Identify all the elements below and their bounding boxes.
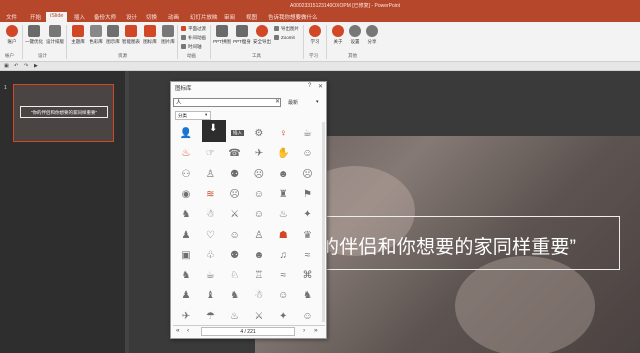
undo-icon[interactable]: ↶ bbox=[14, 63, 18, 69]
ribbon: 账户 一键优化 设计排版 主题库 色彩库 图示库 智能图表 图标库 图片库 平面… bbox=[0, 22, 640, 62]
icon-library-panel: 图标库 ? ✕ 人 ✕ 最新 ▾ 分类 ▾ 👤⬇⚙♀☕♨☞☎✈✋☺⚇♙⚉☹☻☹◉… bbox=[170, 81, 327, 339]
image-icon bbox=[162, 25, 174, 37]
tab-islide[interactable]: iSlide bbox=[46, 12, 68, 22]
gear-icon bbox=[349, 25, 361, 37]
zoom-icon bbox=[274, 35, 279, 41]
slide-quote: 的伴侣和你想要的家同样重要” bbox=[320, 237, 577, 258]
panel-title: 图标库 bbox=[175, 86, 192, 92]
thumbnail-quote: “你的伴侣和你想要的家同样重要” bbox=[20, 106, 108, 118]
insert-tooltip: 插入 bbox=[231, 130, 244, 136]
tab-home[interactable]: 开始 bbox=[30, 13, 41, 21]
bar-chart-icon bbox=[125, 25, 137, 37]
first-page-icon[interactable]: « bbox=[176, 327, 180, 334]
layout-icon bbox=[49, 25, 61, 37]
sort-select[interactable]: 最新 bbox=[288, 99, 298, 106]
lock-icon bbox=[256, 25, 268, 37]
icon-library-icon bbox=[144, 25, 156, 37]
theme-icon bbox=[72, 25, 84, 37]
user-icon bbox=[6, 25, 18, 37]
group-label-design: 设计 bbox=[38, 53, 47, 58]
page-indicator[interactable]: 4 / 221 bbox=[201, 327, 295, 336]
share-button[interactable]: 分享 bbox=[361, 25, 383, 45]
tab-review[interactable]: 审阅 bbox=[224, 13, 235, 21]
tab-animations[interactable]: 动画 bbox=[168, 13, 179, 21]
account-button[interactable]: 账户 bbox=[1, 25, 23, 45]
tab-slideshow[interactable]: 幻灯片放映 bbox=[190, 13, 218, 21]
optimize-button[interactable]: 一键优化 bbox=[23, 25, 45, 45]
save-icon[interactable]: ▣ bbox=[4, 63, 9, 69]
transition-icon bbox=[181, 26, 186, 32]
timeline-button[interactable]: 时间轴 bbox=[181, 44, 202, 50]
icon-grid-scrollbar[interactable] bbox=[322, 122, 325, 322]
clear-search-icon[interactable]: ✕ bbox=[275, 98, 280, 105]
tab-backup[interactable]: 备份大师 bbox=[94, 13, 116, 21]
zoomit-button[interactable]: Zoomit bbox=[274, 35, 295, 41]
ppt-thumb-button[interactable]: PPT拼图 bbox=[211, 25, 233, 45]
diagram-icon bbox=[107, 25, 119, 37]
learn-icon bbox=[309, 25, 321, 37]
insert-icon-hover[interactable]: ⬇ bbox=[202, 120, 226, 142]
learn-button[interactable]: 学习 bbox=[304, 25, 326, 45]
tab-file[interactable]: 文件 bbox=[6, 13, 17, 21]
title-bar: A00023315123140OXOPM [已修复] - PowerPoint bbox=[0, 0, 640, 11]
tab-view[interactable]: 视图 bbox=[246, 13, 257, 21]
tab-design[interactable]: 设计 bbox=[126, 13, 137, 21]
safe-export-button[interactable]: 安全导出 bbox=[251, 25, 273, 45]
window-title: A00023315123140OXOPM [已修复] - PowerPoint bbox=[290, 3, 401, 9]
timeline-icon bbox=[181, 44, 186, 50]
tween-animation-button[interactable]: 补间动画 bbox=[181, 35, 206, 41]
info-icon bbox=[332, 25, 344, 37]
export-icon bbox=[274, 26, 279, 32]
flat-transition-button[interactable]: 平面过渡 bbox=[181, 26, 206, 32]
tell-me-search[interactable]: 告诉我你想要做什么 bbox=[268, 13, 318, 21]
thumbnail-icon bbox=[216, 25, 228, 37]
optimize-icon bbox=[28, 25, 40, 37]
slide-number: 1 bbox=[4, 85, 7, 91]
redo-icon[interactable]: ↷ bbox=[24, 63, 28, 69]
image-lib-button[interactable]: 图片库 bbox=[157, 25, 179, 45]
ribbon-tabs: 文件 开始 iSlide 插入 备份大师 设计 切换 动画 幻灯片放映 审阅 视… bbox=[0, 11, 640, 22]
tween-icon bbox=[181, 35, 186, 41]
chevron-down-icon[interactable]: ▾ bbox=[205, 112, 207, 118]
start-slideshow-icon[interactable]: ▶ bbox=[34, 63, 38, 69]
group-separator bbox=[177, 25, 178, 59]
close-icon[interactable]: ✕ bbox=[318, 83, 323, 90]
design-tools-button[interactable]: 设计排版 bbox=[44, 25, 66, 45]
slim-icon bbox=[236, 25, 248, 37]
download-icon: ⬇ bbox=[209, 123, 218, 134]
next-page-icon[interactable]: › bbox=[303, 327, 305, 334]
group-label-account: 帐户 bbox=[5, 53, 14, 58]
share-icon bbox=[366, 25, 378, 37]
icon-grid: 👤⬇⚙♀☕♨☞☎✈✋☺⚇♙⚉☹☻☹◉≋☹☺♜⚑♞☃⚔☺♨✦♟♡☺♙☗♛▣♧⚉☻♫… bbox=[174, 122, 320, 325]
pagination: « ‹ 4 / 221 › » bbox=[173, 325, 325, 336]
group-label-tools: 工具 bbox=[252, 53, 261, 58]
group-label-other: 其他 bbox=[348, 53, 357, 58]
tab-insert[interactable]: 插入 bbox=[74, 13, 85, 21]
group-label-learn: 学习 bbox=[309, 53, 318, 58]
slide-thumbnail-panel: 1 “你的伴侣和你想要的家同样重要” bbox=[0, 71, 125, 353]
export-image-button[interactable]: 导出图片 bbox=[274, 26, 299, 32]
tab-transitions[interactable]: 切换 bbox=[146, 13, 157, 21]
palette-icon bbox=[90, 25, 102, 37]
chevron-down-icon[interactable]: ▾ bbox=[316, 99, 319, 105]
group-label-resources: 资源 bbox=[118, 53, 127, 58]
slide-thumbnail[interactable]: “你的伴侣和你想要的家同样重要” bbox=[13, 84, 114, 142]
ppt-slim-button[interactable]: PPT瘦身 bbox=[231, 25, 253, 45]
background-photo bbox=[455, 256, 595, 353]
help-icon[interactable]: ? bbox=[308, 83, 311, 89]
group-label-animation: 动画 bbox=[187, 53, 196, 58]
last-page-icon[interactable]: » bbox=[314, 327, 318, 334]
quick-access-toolbar: ▣ ↶ ↷ ▶ bbox=[0, 62, 640, 71]
prev-page-icon[interactable]: ‹ bbox=[187, 327, 189, 334]
icon-search-input[interactable]: 人 bbox=[173, 98, 281, 107]
